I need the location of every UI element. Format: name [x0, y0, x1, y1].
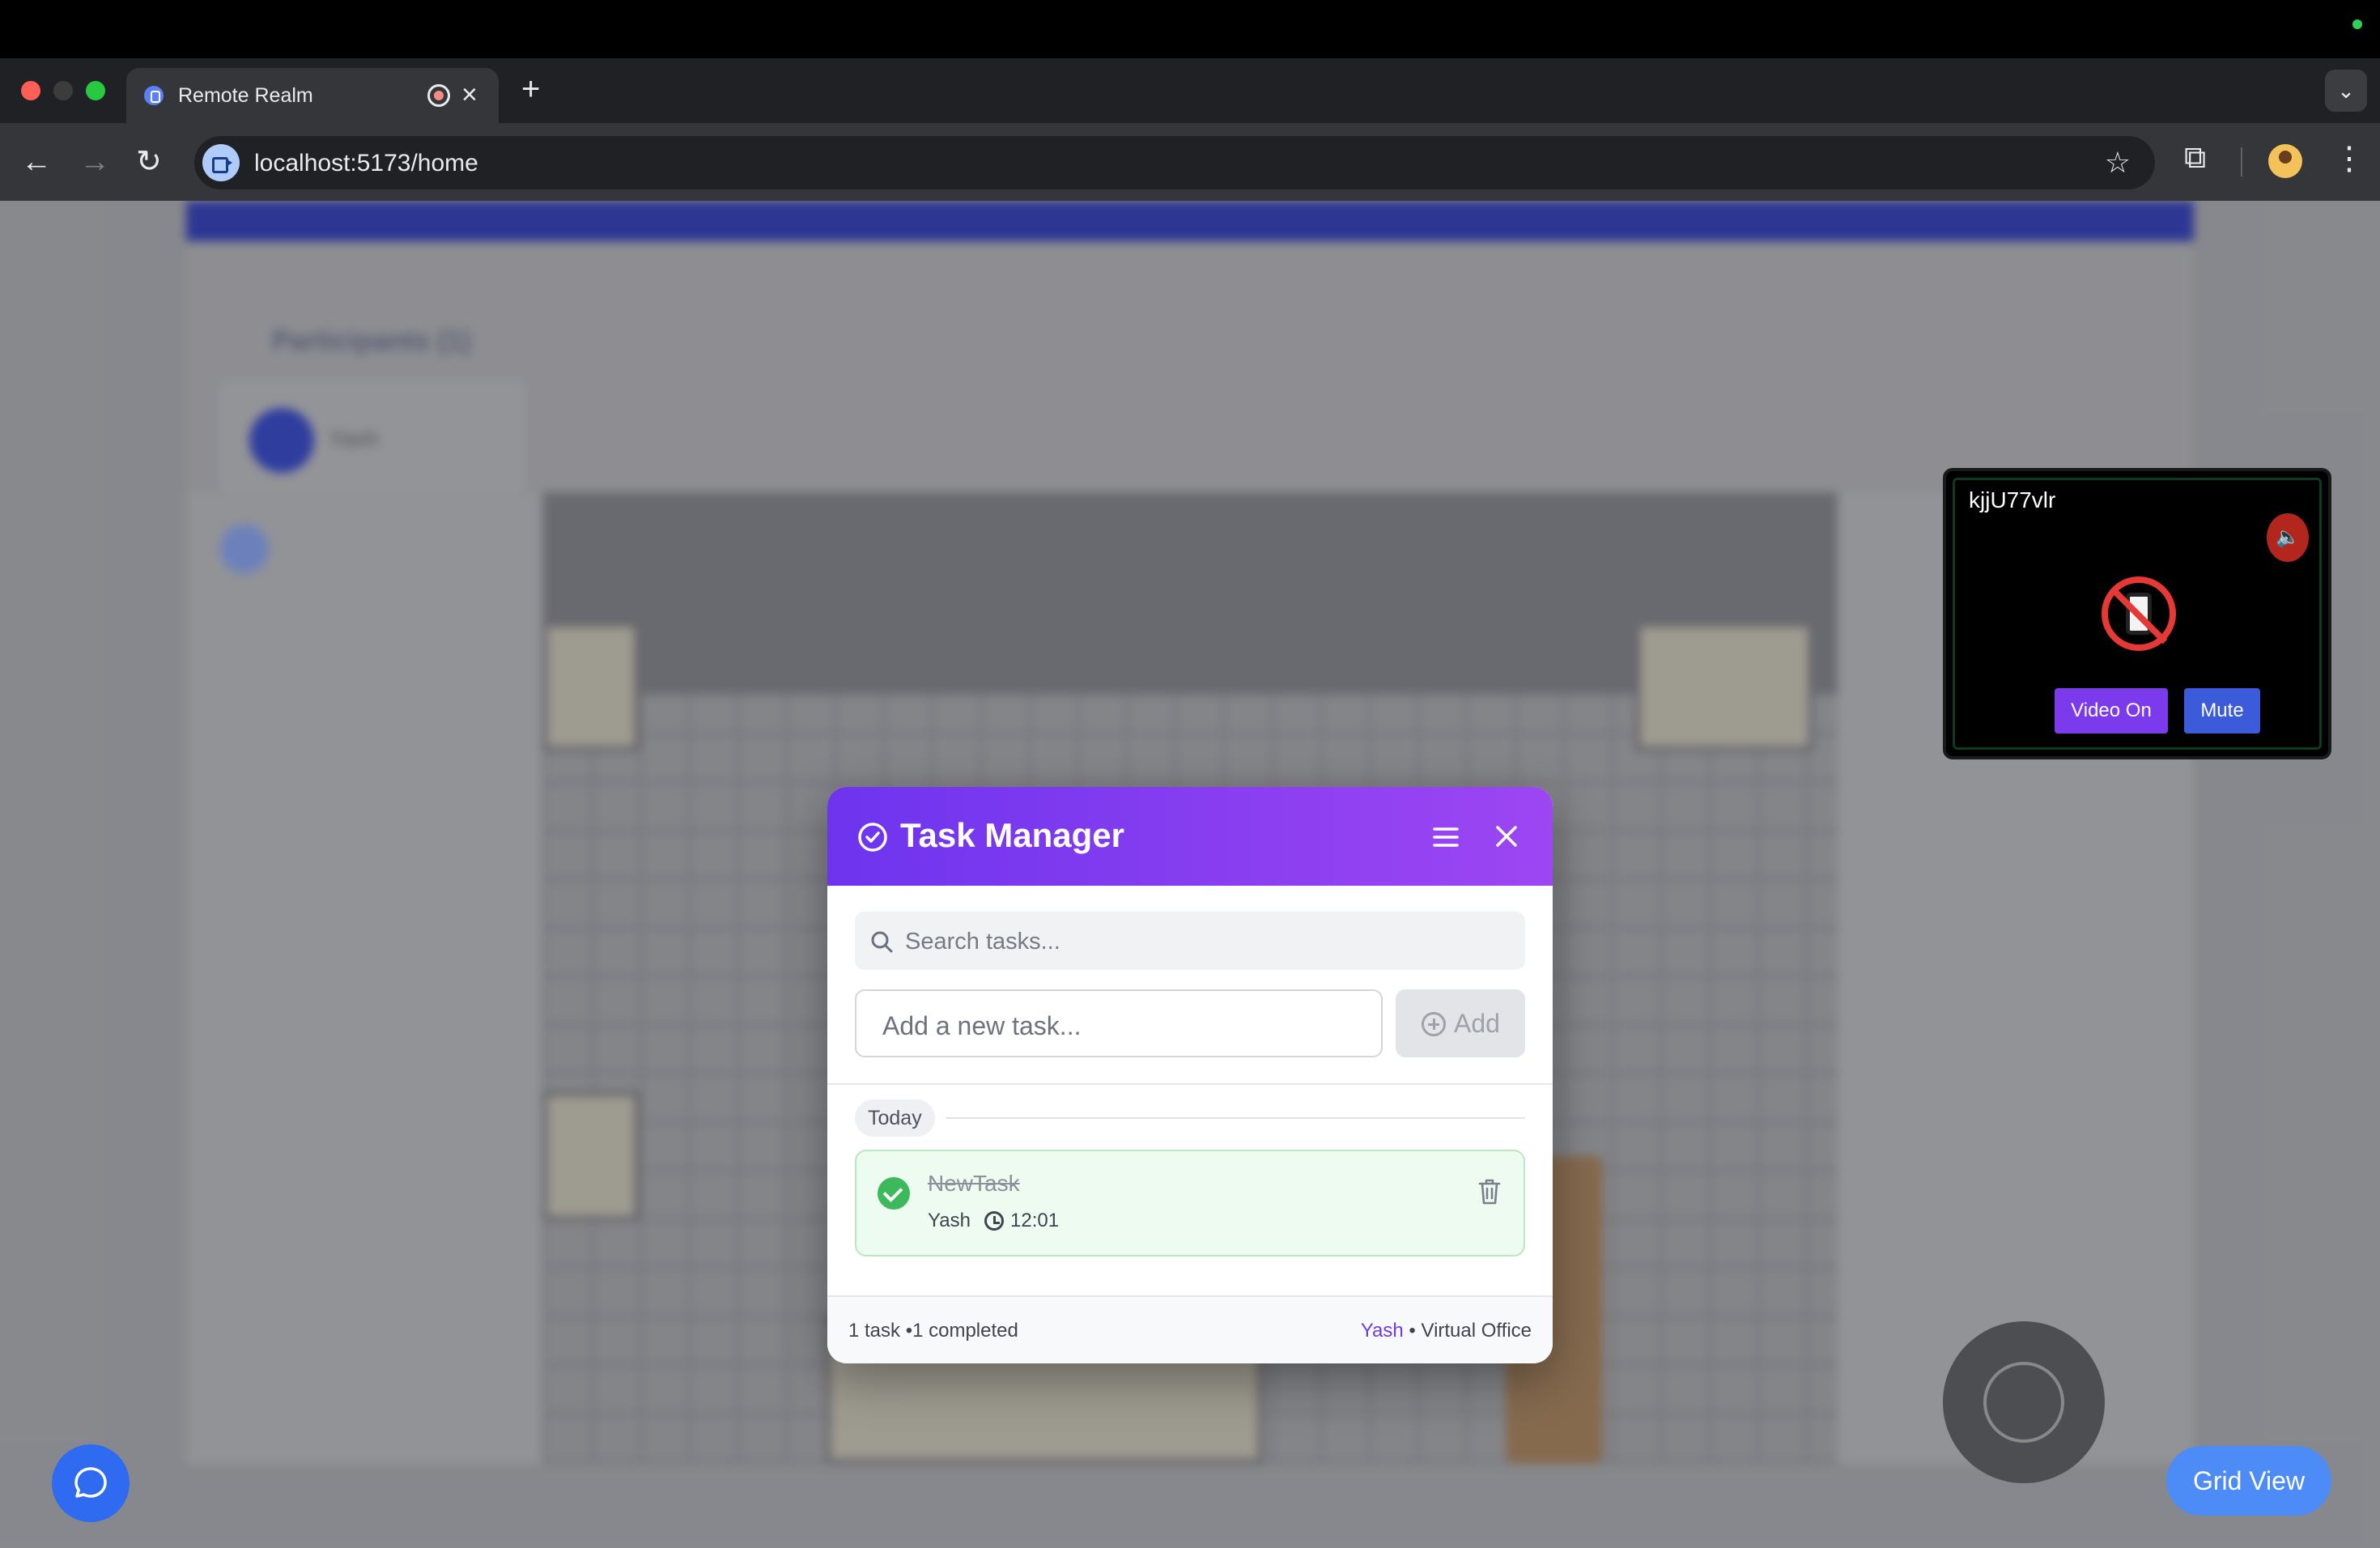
mute-button[interactable]: Mute — [2184, 688, 2260, 734]
add-task-label: Add — [1454, 1009, 1500, 1038]
footer-place: • Virtual Office — [1403, 1320, 1532, 1342]
bookmark-star-icon[interactable]: ☆ — [2105, 146, 2131, 180]
forward-icon[interactable]: → — [79, 144, 110, 180]
toolbar-divider — [2241, 147, 2242, 176]
no-video-icon — [2102, 576, 2176, 651]
task-name: NewTask — [928, 1171, 1020, 1196]
task-item[interactable]: NewTask Yash 12:01 — [855, 1150, 1525, 1257]
chat-button[interactable] — [52, 1444, 130, 1522]
video-peer-id: kjjU77vlr — [1969, 487, 2056, 512]
video-on-button[interactable]: Video On — [2055, 688, 2168, 734]
tab-favicon-icon — [144, 86, 164, 105]
task-count: 1 task •1 completed — [848, 1320, 1018, 1342]
task-manager-title: Task Manager — [900, 816, 1124, 854]
footer-user: Yash — [1360, 1320, 1404, 1342]
search-icon — [871, 931, 893, 953]
close-icon[interactable] — [1490, 819, 1524, 853]
group-label-today: Today — [855, 1099, 935, 1137]
recording-icon — [427, 84, 450, 107]
search-tasks-input[interactable]: Search tasks... — [855, 912, 1525, 970]
muted-speaker-icon: 🔈 — [2267, 513, 2309, 562]
section-divider — [827, 1083, 1553, 1085]
chat-icon — [74, 1467, 107, 1498]
address-bar[interactable]: localhost:5173/home ☆ — [194, 136, 2155, 189]
system-menubar — [0, 0, 2380, 58]
add-task-button[interactable]: Add — [1396, 989, 1525, 1057]
clock-icon — [984, 1211, 1004, 1231]
task-manager-modal: Task Manager Search tasks... Add a new t… — [827, 787, 1553, 1363]
tab-search-button[interactable]: ⌄ — [2325, 70, 2367, 112]
task-manager-header: Task Manager — [827, 787, 1553, 886]
browser-tab[interactable]: Remote Realm × — [126, 68, 499, 123]
task-time: 12:01 — [1010, 1210, 1060, 1231]
search-placeholder: Search tasks... — [905, 929, 1060, 955]
tab-close-icon[interactable]: × — [461, 79, 478, 110]
new-task-input[interactable]: Add a new task... — [855, 989, 1383, 1057]
status-indicator — [2352, 19, 2362, 29]
plus-circle-icon — [1422, 1012, 1446, 1036]
tab-title: Remote Realm — [178, 84, 313, 107]
window-close-button[interactable] — [21, 81, 40, 100]
trash-icon[interactable] — [1477, 1177, 1502, 1206]
footer-context: Yash • Virtual Office — [1361, 1320, 1532, 1342]
new-task-placeholder: Add a new task... — [882, 1011, 1082, 1040]
task-user: Yash — [928, 1210, 971, 1231]
joystick-control[interactable] — [1943, 1321, 2105, 1483]
window-minimize-button[interactable] — [53, 81, 73, 100]
site-info-icon[interactable] — [202, 144, 240, 181]
new-tab-button[interactable]: + — [521, 73, 540, 105]
joystick-knob[interactable] — [1983, 1362, 2064, 1443]
reload-icon[interactable]: ↻ — [136, 144, 162, 180]
back-icon[interactable]: ← — [21, 144, 52, 180]
group-divider — [946, 1117, 1525, 1119]
grid-view-button[interactable]: Grid View — [2166, 1446, 2331, 1516]
browser-toolbar: ← → ↻ localhost:5173/home ☆ ⧉ ⋮ — [0, 123, 2380, 201]
window-maximize-button[interactable] — [86, 81, 105, 100]
extensions-icon[interactable]: ⧉ — [2184, 141, 2206, 176]
profile-avatar[interactable] — [2268, 144, 2302, 178]
browser-tab-strip: Remote Realm × + ⌄ — [0, 58, 2380, 123]
video-tile: kjjU77vlr 🔈 Video On Mute — [1943, 468, 2331, 759]
page-viewport: Participants (1) Yash kjjU77vlr 🔈 Video … — [0, 201, 2380, 1548]
url-text[interactable]: localhost:5173/home — [254, 150, 478, 177]
task-manager-footer: 1 task •1 completed Yash • Virtual Offic… — [827, 1295, 1553, 1363]
check-circle-icon — [858, 823, 887, 852]
menu-icon[interactable] — [1430, 821, 1462, 853]
task-complete-toggle[interactable] — [878, 1177, 910, 1210]
browser-menu-icon[interactable]: ⋮ — [2333, 141, 2365, 176]
